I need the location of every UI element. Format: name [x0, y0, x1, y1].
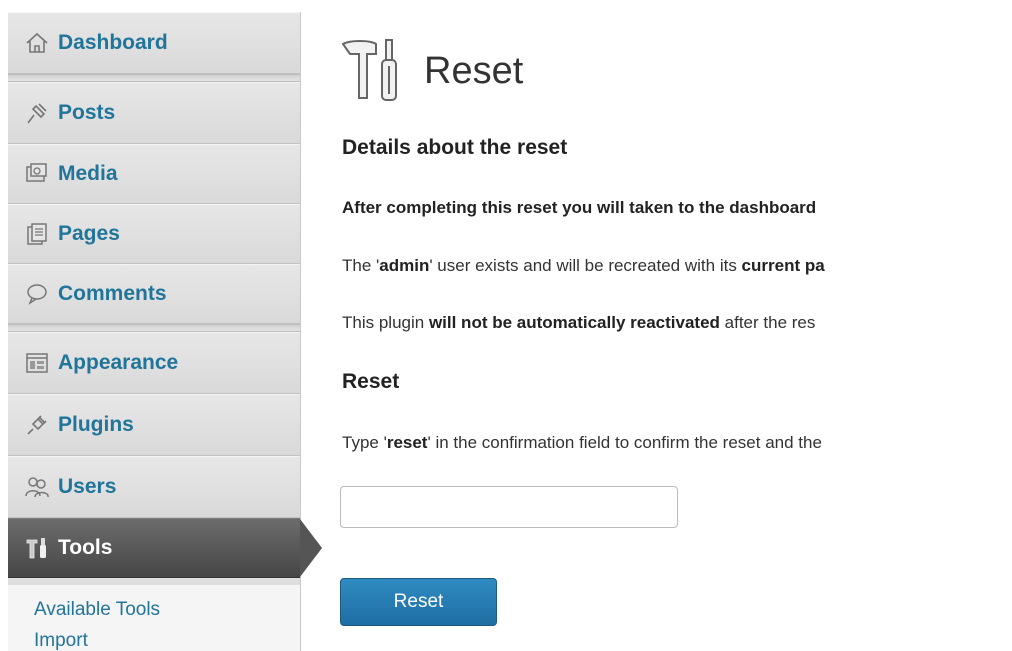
sidebar-item-label: Comments [58, 282, 167, 305]
details-line-3: This plugin will not be automatically re… [342, 313, 816, 332]
sidebar-item-posts[interactable]: Posts [8, 82, 300, 144]
details-line-1: After completing this reset you will tak… [342, 198, 817, 217]
submenu-item-available-tools[interactable]: Available Tools [8, 599, 300, 621]
media-icon [22, 160, 52, 188]
pages-icon [22, 220, 52, 248]
tools-icon [341, 39, 397, 101]
page-title: Reset [424, 49, 524, 92]
tools-icon [22, 534, 52, 562]
users-icon [22, 473, 52, 501]
menu-separator [8, 324, 300, 332]
sidebar-item-label: Pages [58, 222, 120, 245]
sidebar-item-users[interactable]: Users [8, 456, 300, 518]
sidebar-item-label: Posts [58, 101, 116, 124]
comments-icon [22, 280, 52, 308]
menu-separator [8, 74, 300, 82]
page-header: Reset [340, 38, 523, 104]
sidebar-item-tools[interactable]: Tools [8, 518, 322, 578]
sidebar-item-label: Dashboard [58, 31, 168, 54]
sidebar-item-label: Users [58, 475, 117, 498]
reset-confirmation-input[interactable] [340, 486, 678, 528]
submenu-item-import[interactable]: Import [8, 630, 300, 651]
sidebar-item-appearance[interactable]: Appearance [8, 332, 300, 394]
sidebar-item-label: Tools [58, 536, 113, 559]
dashboard-icon [22, 29, 52, 57]
main-content: Reset Details about the reset After comp… [340, 0, 1012, 651]
posts-icon [22, 99, 52, 127]
admin-sidebar: Dashboard Posts Media Pages Comments App… [8, 12, 322, 651]
sidebar-item-label: Plugins [58, 413, 134, 436]
reset-button[interactable]: Reset [340, 578, 497, 626]
sidebar-item-media[interactable]: Media [8, 144, 300, 204]
active-indicator-arrow [300, 519, 322, 577]
reset-heading: Reset [342, 370, 400, 393]
appearance-icon [22, 349, 52, 377]
sidebar-item-plugins[interactable]: Plugins [8, 394, 300, 456]
reset-instruction: Type 'reset' in the confirmation field t… [342, 433, 822, 452]
sidebar-item-label: Appearance [58, 351, 179, 374]
sidebar-item-dashboard[interactable]: Dashboard [8, 12, 300, 74]
tools-submenu: Available Tools Import [8, 585, 300, 651]
details-line-2: The 'admin' user exists and will be recr… [342, 256, 825, 275]
plugins-icon [22, 411, 52, 439]
details-heading: Details about the reset [342, 136, 568, 159]
sidebar-item-pages[interactable]: Pages [8, 204, 300, 264]
sidebar-item-label: Media [58, 162, 118, 185]
sidebar-item-comments[interactable]: Comments [8, 264, 300, 324]
